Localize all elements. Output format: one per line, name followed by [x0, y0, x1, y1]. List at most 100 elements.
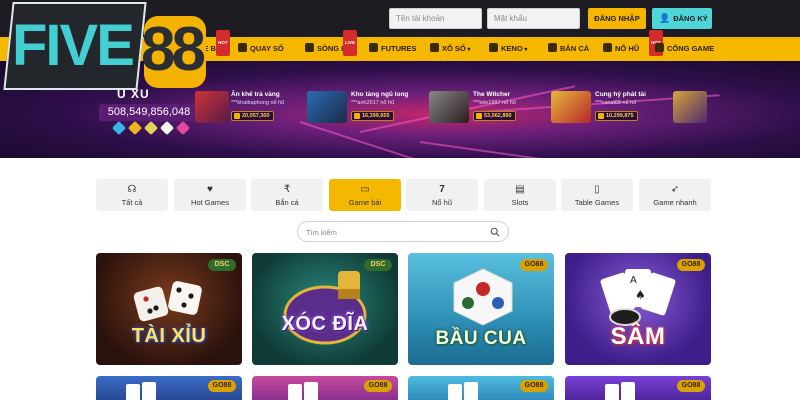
nav-item-song-bai[interactable]: SÒNG BÀI LIVE	[305, 30, 358, 61]
nav-item-cong-game[interactable]: CỔNG GAME	[655, 37, 714, 61]
table-icon: ▯	[594, 184, 600, 195]
tab-label: Slots	[511, 198, 529, 207]
provider-badge: GO88	[364, 380, 392, 392]
tab-no-hu[interactable]: 7 Nổ hũ	[406, 179, 478, 211]
nav-item-ban-ca[interactable]: BẮN CÁ	[548, 37, 589, 61]
jackpot-item[interactable]: Cung hỷ phát tài ***nanst69 nổ hũ 10,299…	[551, 88, 669, 126]
game-title: SÂM	[610, 323, 666, 350]
dice-icon	[133, 281, 202, 322]
game-card[interactable]: GO88	[565, 376, 711, 400]
game-card[interactable]: GO88	[96, 376, 242, 400]
game-card-bau-cua[interactable]: GO88 BẦU CUA	[408, 253, 554, 365]
nav-item-quay-so[interactable]: QUAY SỐ	[238, 37, 284, 61]
game-card-sam[interactable]: GO88 A ♠ SÂM	[565, 253, 711, 365]
gem-icon	[143, 120, 159, 136]
nav-item-label: FUTURES	[381, 44, 417, 53]
svg-text:♠: ♠	[635, 288, 646, 302]
jackpot-item[interactable]: The Witcher ***tele1997 nổ hũ 53,062,890	[429, 88, 547, 126]
nav-item-label: BẮN CÁ	[560, 44, 590, 53]
jackpot-item[interactable]	[673, 88, 713, 126]
game-card[interactable]: GO88	[408, 376, 554, 400]
hot-tag: HOT	[216, 30, 230, 56]
rank-gems	[110, 120, 191, 136]
provider-badge: GO88	[677, 380, 705, 392]
casino-icon	[305, 43, 314, 52]
username-input[interactable]	[389, 8, 482, 29]
search-input[interactable]	[306, 225, 486, 239]
nav-item-label: KENO	[501, 44, 523, 53]
card-icon	[142, 382, 156, 400]
seven-icon: 7	[439, 184, 445, 195]
game-card-tai-xiu[interactable]: DSC TÀI XỈU	[96, 253, 242, 365]
playing-cards-icon: A ♠	[600, 269, 676, 326]
nav-item-label: XỔ SỐ	[442, 44, 466, 53]
gamepad-icon	[655, 43, 664, 52]
tab-table-games[interactable]: ▯ Table Games	[561, 179, 633, 211]
nav-item-no-hu[interactable]: NỔ HŨ HOT	[603, 30, 663, 61]
rocket-icon: ➶	[670, 184, 680, 195]
game-title: XÓC ĐĨA	[281, 313, 369, 335]
jackpot-amount: 16,399,655	[351, 111, 394, 121]
fish-icon	[548, 43, 557, 52]
jackpot-item[interactable]: Kho tàng ngũ long ***anh2017 nổ hũ 16,39…	[307, 88, 425, 126]
futures-icon	[369, 43, 378, 52]
tab-ban-ca[interactable]: ₹ Bắn cá	[251, 179, 323, 211]
nav-item-keno[interactable]: KENO ▾	[489, 37, 527, 61]
search-icon[interactable]	[490, 227, 500, 237]
slot-icon: ▤	[515, 184, 525, 195]
fish-icon: ₹	[283, 184, 291, 195]
svg-text:A: A	[630, 275, 637, 286]
keno-icon	[489, 43, 498, 52]
tab-hot-games[interactable]: ♥ Hot Games	[174, 179, 246, 211]
register-label: ĐĂNG KÝ	[673, 14, 708, 23]
card-icon	[288, 384, 302, 400]
game-title: TÀI XỈU	[131, 325, 207, 347]
lottery-icon	[238, 43, 247, 52]
logo-text-88: 88	[141, 15, 206, 84]
login-button[interactable]: ĐĂNG NHẬP	[588, 8, 646, 29]
card-icon	[464, 382, 478, 400]
jackpot-amount: 53,062,890	[473, 111, 516, 121]
dice-icon	[453, 268, 513, 326]
tab-label: Hot Games	[191, 198, 229, 207]
tab-label: Tất cả	[121, 198, 143, 207]
tab-all[interactable]: ☊ Tất cả	[96, 179, 168, 211]
game-thumbnail	[673, 91, 707, 123]
card-icon	[621, 382, 635, 400]
gem-icon	[127, 120, 143, 136]
jackpot-icon	[603, 43, 612, 52]
jackpot-amount: 20,057,300	[231, 111, 274, 121]
card-icon	[448, 384, 462, 400]
tab-label: Game bài	[348, 198, 382, 207]
jackpot-item[interactable]: Ăn khế trả vàng ***khaibaphong nổ hũ 20,…	[195, 88, 313, 126]
total-jackpot-value: 508,549,856,048	[99, 104, 199, 121]
tab-label: Bắn cá	[275, 198, 299, 207]
jackpot-user: ***anh2017 nổ hũ	[351, 100, 395, 106]
tab-game-nhanh[interactable]: ➶ Game nhanh	[639, 179, 711, 211]
jackpot-user: ***nanst69 nổ hũ	[595, 100, 637, 106]
jackpot-user: ***tele1997 nổ hũ	[473, 100, 516, 106]
card-icon	[126, 384, 140, 400]
register-button[interactable]: 👤 ĐĂNG KÝ	[652, 8, 712, 29]
password-input[interactable]	[487, 8, 580, 29]
provider-badge: DSC	[208, 259, 236, 271]
game-card-xoc-dia[interactable]: DSC XÓC ĐĨA	[252, 253, 398, 365]
user-icon: 👤	[659, 13, 671, 23]
provider-badge: GO88	[208, 380, 236, 392]
nav-item-label: NỔ HŨ	[615, 44, 640, 53]
site-logo[interactable]: FIVE 88	[0, 0, 210, 98]
jackpot-game: Ăn khế trả vàng	[231, 91, 280, 98]
nav-item-xo-so[interactable]: XỔ SỐ ▾	[430, 37, 470, 61]
nav-item-futures[interactable]: FUTURES	[369, 37, 416, 61]
nav-item-label: QUAY SỐ	[250, 44, 284, 53]
jackpot-game: The Witcher	[473, 91, 511, 98]
provider-badge: GO88	[520, 380, 548, 392]
game-title: BẦU CUA	[435, 328, 527, 349]
tab-game-bai[interactable]: ▭ Game bài	[329, 179, 401, 211]
jackpot-user: ***khaibaphong nổ hũ	[231, 100, 285, 106]
tab-slots[interactable]: ▤ Slots	[484, 179, 556, 211]
card-icon	[304, 382, 318, 400]
game-card[interactable]: GO88	[252, 376, 398, 400]
jackpot-ticker: Ăn khế trả vàng ***khaibaphong nổ hũ 20,…	[195, 88, 800, 126]
provider-badge: DSC	[364, 259, 392, 271]
